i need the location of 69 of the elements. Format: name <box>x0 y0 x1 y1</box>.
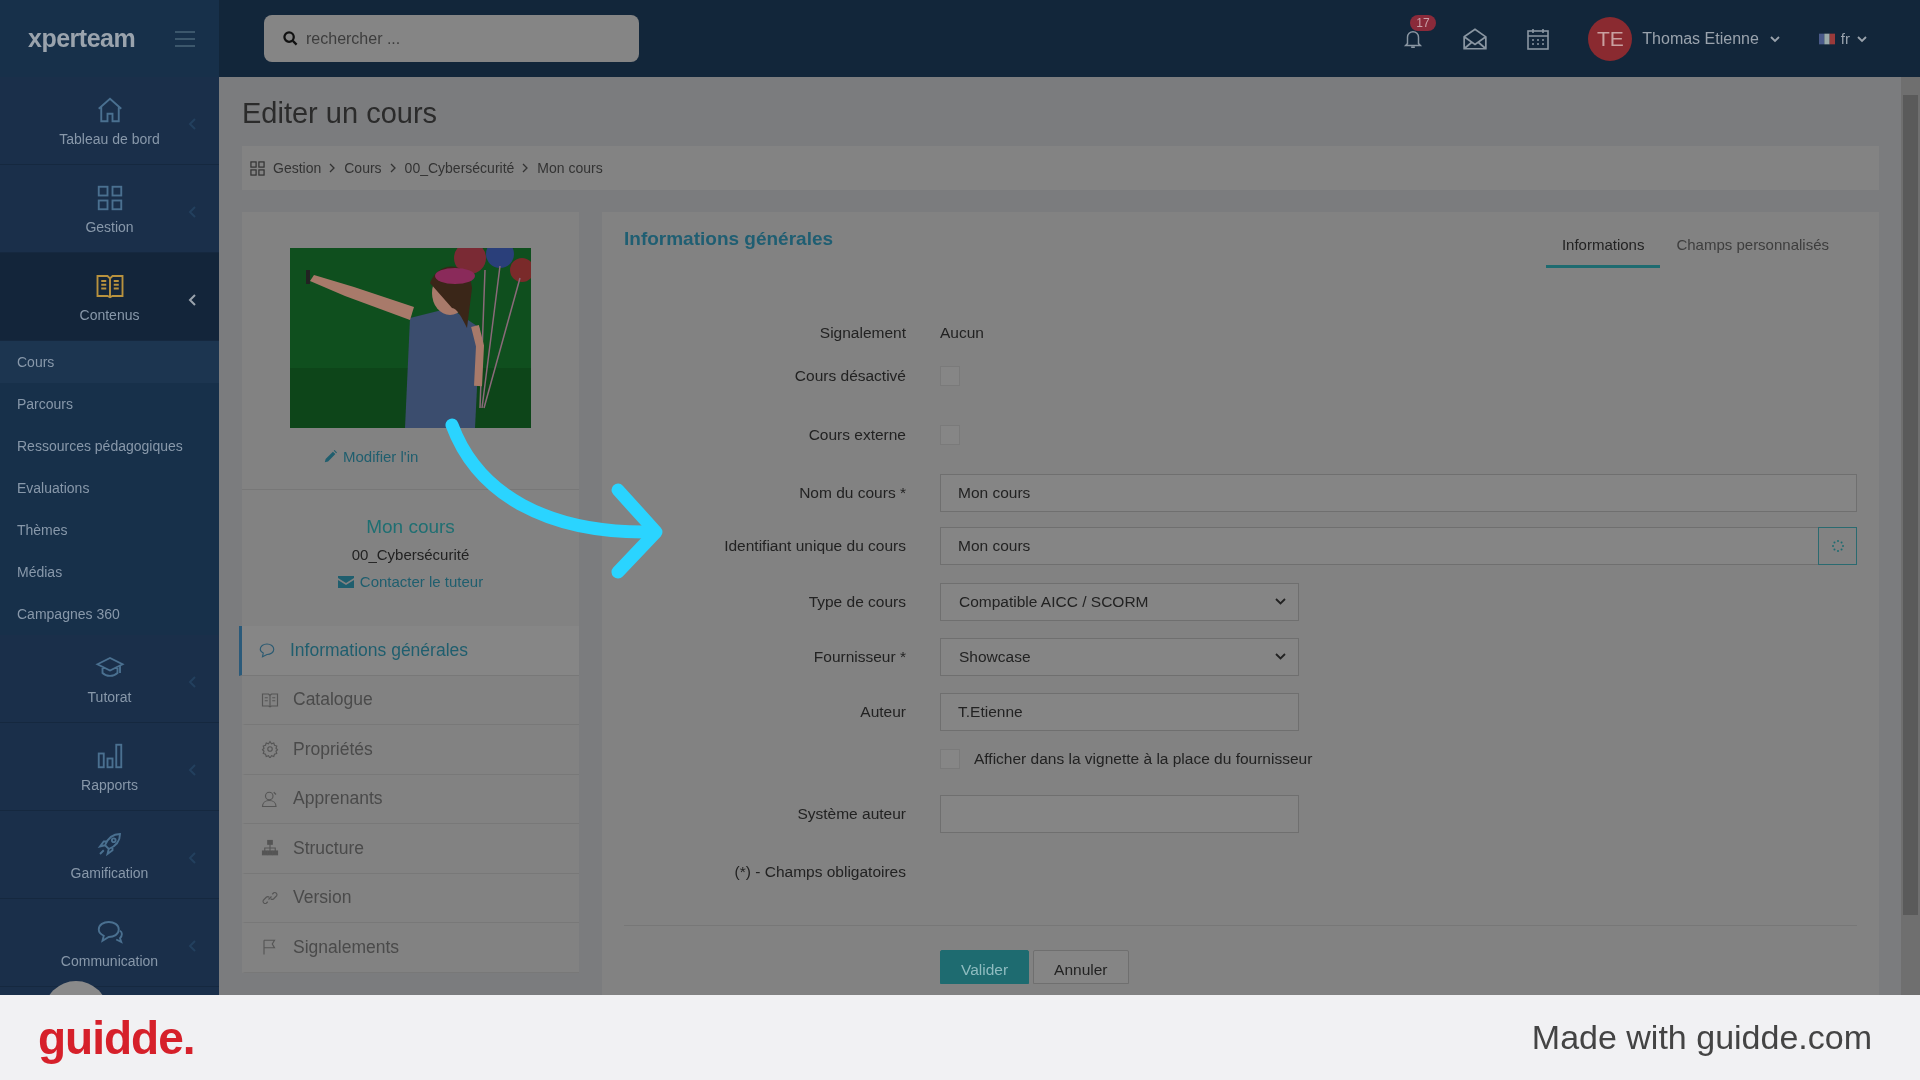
cancel-button[interactable]: Annuler <box>1033 950 1129 984</box>
sidebar-item[interactable]: Campagnes 360 <box>0 593 219 635</box>
credit-text: Made with guidde.com <box>1531 1018 1872 1057</box>
field-label: Cours externe <box>807 426 907 444</box>
caret-icon <box>1275 597 1286 606</box>
sidebar-section[interactable]: Contenus <box>0 253 219 341</box>
page-title: Editer un cours <box>242 97 439 130</box>
calendar-icon[interactable] <box>1526 26 1551 51</box>
sidebar-item[interactable]: Médias <box>0 551 219 593</box>
caret-icon <box>1275 652 1286 661</box>
user-icon <box>261 789 279 808</box>
field-label: Identifiant unique du cours <box>723 537 907 555</box>
sidebar-section[interactable]: Tutorat <box>0 635 219 723</box>
flag-icon <box>1818 32 1835 45</box>
brand-logo: guidde. <box>38 1010 195 1065</box>
pencil-icon <box>324 450 337 463</box>
generate-button[interactable] <box>1818 527 1857 565</box>
sidebar-item[interactable]: Cours <box>0 341 219 383</box>
tab[interactable]: Champs personnalisés <box>1660 224 1845 268</box>
chevron-icon <box>522 163 530 173</box>
field-label: Système auteur <box>796 805 907 823</box>
logo[interactable]: xperteam <box>28 24 136 53</box>
submit-button[interactable]: Valider <box>940 950 1030 984</box>
input-field[interactable]: Mon cours <box>940 474 1857 512</box>
sidebar-section[interactable]: Rapports <box>0 723 219 811</box>
sidebar-item[interactable]: Ressources pédagogiques <box>0 425 219 467</box>
sidebar-item[interactable]: Evaluations <box>0 467 219 509</box>
field-label: Signalement <box>818 324 907 342</box>
sidebar-section[interactable]: Tableau de bord <box>0 77 219 165</box>
field-label: Type de cours <box>807 592 907 611</box>
breadcrumb-link[interactable]: Gestion <box>273 160 322 176</box>
field-label: Nom du cours * <box>798 484 907 502</box>
chevron-icon <box>329 163 337 173</box>
select-field[interactable]: Compatible AICC / SCORM <box>940 582 1299 621</box>
input-field[interactable]: Mon cours <box>940 527 1820 565</box>
breadcrumb-link[interactable]: Cours <box>344 160 382 176</box>
sidebar-section[interactable]: Gamification <box>0 811 219 899</box>
field-label: Fournisseur * <box>812 647 907 666</box>
breadcrumb-link[interactable]: 00_Cybersécurité <box>404 160 515 176</box>
field-label: Auteur <box>859 702 907 721</box>
notification-badge: 17 <box>1410 14 1436 31</box>
course-name: Mon cours <box>365 516 456 538</box>
spinner-icon <box>1830 539 1845 553</box>
speech-bubble-icon <box>258 641 276 660</box>
tab[interactable]: Informations <box>1545 224 1661 268</box>
user-menu[interactable]: TE Thomas Etienne <box>1588 16 1781 61</box>
sidebar-item[interactable]: Thèmes <box>0 509 219 551</box>
select-field[interactable]: Showcase <box>940 637 1299 676</box>
user-avatar: TE <box>1588 16 1633 61</box>
section-title: Informations générales <box>624 228 834 250</box>
sidebar-item[interactable]: Parcours <box>0 383 219 425</box>
course-theme: 00_Cybersécurité <box>350 546 471 563</box>
envelope-icon <box>337 575 354 588</box>
search-field[interactable]: rechercher ... <box>264 15 639 62</box>
settings-icon <box>261 740 279 759</box>
input-field[interactable]: T.Etienne <box>940 692 1299 731</box>
field-value: Aucun <box>940 324 984 342</box>
envelope-icon[interactable] <box>1462 26 1489 51</box>
breadcrumb-link[interactable]: Mon cours <box>537 160 603 176</box>
menu-icon[interactable] <box>175 30 195 47</box>
grid-icon <box>250 160 265 176</box>
search-icon <box>283 31 298 46</box>
language-selector[interactable]: fr <box>1818 30 1868 47</box>
book-icon <box>261 690 279 709</box>
required-note: (*) - Champs obligatoires <box>733 863 907 881</box>
checkbox-label[interactable]: Afficher dans la vignette à la place du fournisseur <box>940 749 1313 769</box>
hierarchy-icon <box>261 839 279 858</box>
field-label: Cours désactivé <box>793 367 907 385</box>
chevron-icon <box>389 163 397 173</box>
